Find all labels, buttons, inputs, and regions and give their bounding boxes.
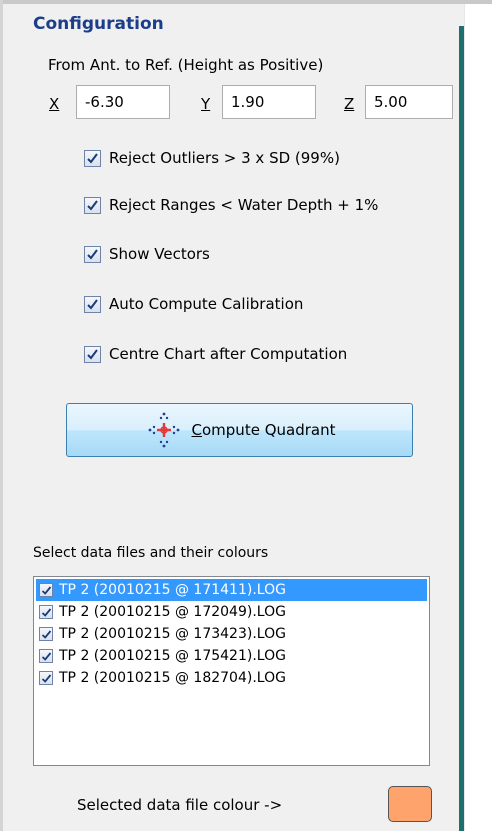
file-checkbox[interactable] bbox=[39, 649, 53, 663]
checkmark-icon bbox=[41, 607, 51, 617]
checkmark-icon bbox=[41, 673, 51, 683]
file-name: TP 2 (20010215 @ 182704).LOG bbox=[59, 670, 286, 686]
file-checkbox[interactable] bbox=[39, 627, 53, 641]
file-checkbox[interactable] bbox=[39, 583, 53, 597]
reject-ranges-label: Reject Ranges < Water Depth + 1% bbox=[109, 196, 379, 214]
auto-compute-option[interactable]: Auto Compute Calibration bbox=[84, 295, 303, 313]
reject-ranges-option[interactable]: Reject Ranges < Water Depth + 1% bbox=[84, 196, 378, 214]
checkmark-icon bbox=[87, 248, 98, 260]
file-name: TP 2 (20010215 @ 171411).LOG bbox=[59, 582, 286, 598]
configuration-title: Configuration bbox=[33, 14, 164, 34]
show-vectors-checkbox[interactable] bbox=[84, 245, 101, 263]
file-name: TP 2 (20010215 @ 175421).LOG bbox=[59, 648, 286, 664]
reject-outliers-option[interactable]: Reject Outliers > 3 x SD (99%) bbox=[84, 149, 340, 167]
offset-subtitle: From Ant. to Ref. (Height as Positive) bbox=[48, 56, 324, 74]
checkmark-icon bbox=[41, 585, 51, 595]
centre-chart-checkbox[interactable] bbox=[84, 345, 101, 363]
file-checkbox[interactable] bbox=[39, 671, 53, 685]
x-offset-input[interactable]: -6.30 bbox=[76, 85, 170, 119]
compute-quadrant-label: Compute Quadrant bbox=[191, 421, 336, 439]
list-item[interactable]: TP 2 (20010215 @ 172049).LOG bbox=[36, 601, 427, 623]
checkmark-icon bbox=[87, 152, 98, 164]
checkmark-icon bbox=[41, 651, 51, 661]
panel-accent-bar bbox=[459, 26, 464, 831]
files-label: Select data files and their colours bbox=[33, 545, 269, 561]
show-vectors-label: Show Vectors bbox=[109, 245, 210, 263]
z-label: Z bbox=[344, 95, 355, 113]
checkmark-icon bbox=[87, 348, 98, 360]
panel-top-border bbox=[0, 0, 492, 4]
centre-chart-option[interactable]: Centre Chart after Computation bbox=[84, 345, 347, 363]
checkmark-icon bbox=[87, 298, 98, 310]
list-item[interactable]: TP 2 (20010215 @ 175421).LOG bbox=[36, 645, 427, 667]
right-panel-strip bbox=[464, 4, 492, 831]
file-name: TP 2 (20010215 @ 172049).LOG bbox=[59, 604, 286, 620]
reject-outliers-checkbox[interactable] bbox=[84, 149, 101, 167]
reject-ranges-checkbox[interactable] bbox=[84, 196, 101, 214]
file-name: TP 2 (20010215 @ 173423).LOG bbox=[59, 626, 286, 642]
list-item[interactable]: TP 2 (20010215 @ 182704).LOG bbox=[36, 667, 427, 689]
auto-compute-checkbox[interactable] bbox=[84, 295, 101, 313]
y-offset-input[interactable]: 1.90 bbox=[222, 85, 316, 119]
z-offset-input[interactable]: 5.00 bbox=[365, 85, 453, 119]
quadrant-icon bbox=[148, 412, 179, 448]
centre-chart-label: Centre Chart after Computation bbox=[109, 345, 348, 363]
checkmark-icon bbox=[41, 629, 51, 639]
show-vectors-option[interactable]: Show Vectors bbox=[84, 245, 210, 263]
selected-colour-label: Selected data file colour -> bbox=[77, 796, 283, 814]
colour-swatch-button[interactable] bbox=[388, 786, 432, 822]
auto-compute-label: Auto Compute Calibration bbox=[109, 295, 304, 313]
list-item[interactable]: TP 2 (20010215 @ 171411).LOG bbox=[36, 579, 427, 601]
reject-outliers-label: Reject Outliers > 3 x SD (99%) bbox=[109, 149, 340, 167]
compute-quadrant-button[interactable]: Compute Quadrant bbox=[66, 403, 413, 457]
data-file-list[interactable]: TP 2 (20010215 @ 171411).LOG TP 2 (20010… bbox=[33, 576, 430, 766]
file-checkbox[interactable] bbox=[39, 605, 53, 619]
list-item[interactable]: TP 2 (20010215 @ 173423).LOG bbox=[36, 623, 427, 645]
checkmark-icon bbox=[87, 199, 98, 211]
y-label: Y bbox=[201, 95, 211, 113]
x-label: X bbox=[49, 95, 60, 113]
panel-left-border bbox=[0, 0, 3, 831]
